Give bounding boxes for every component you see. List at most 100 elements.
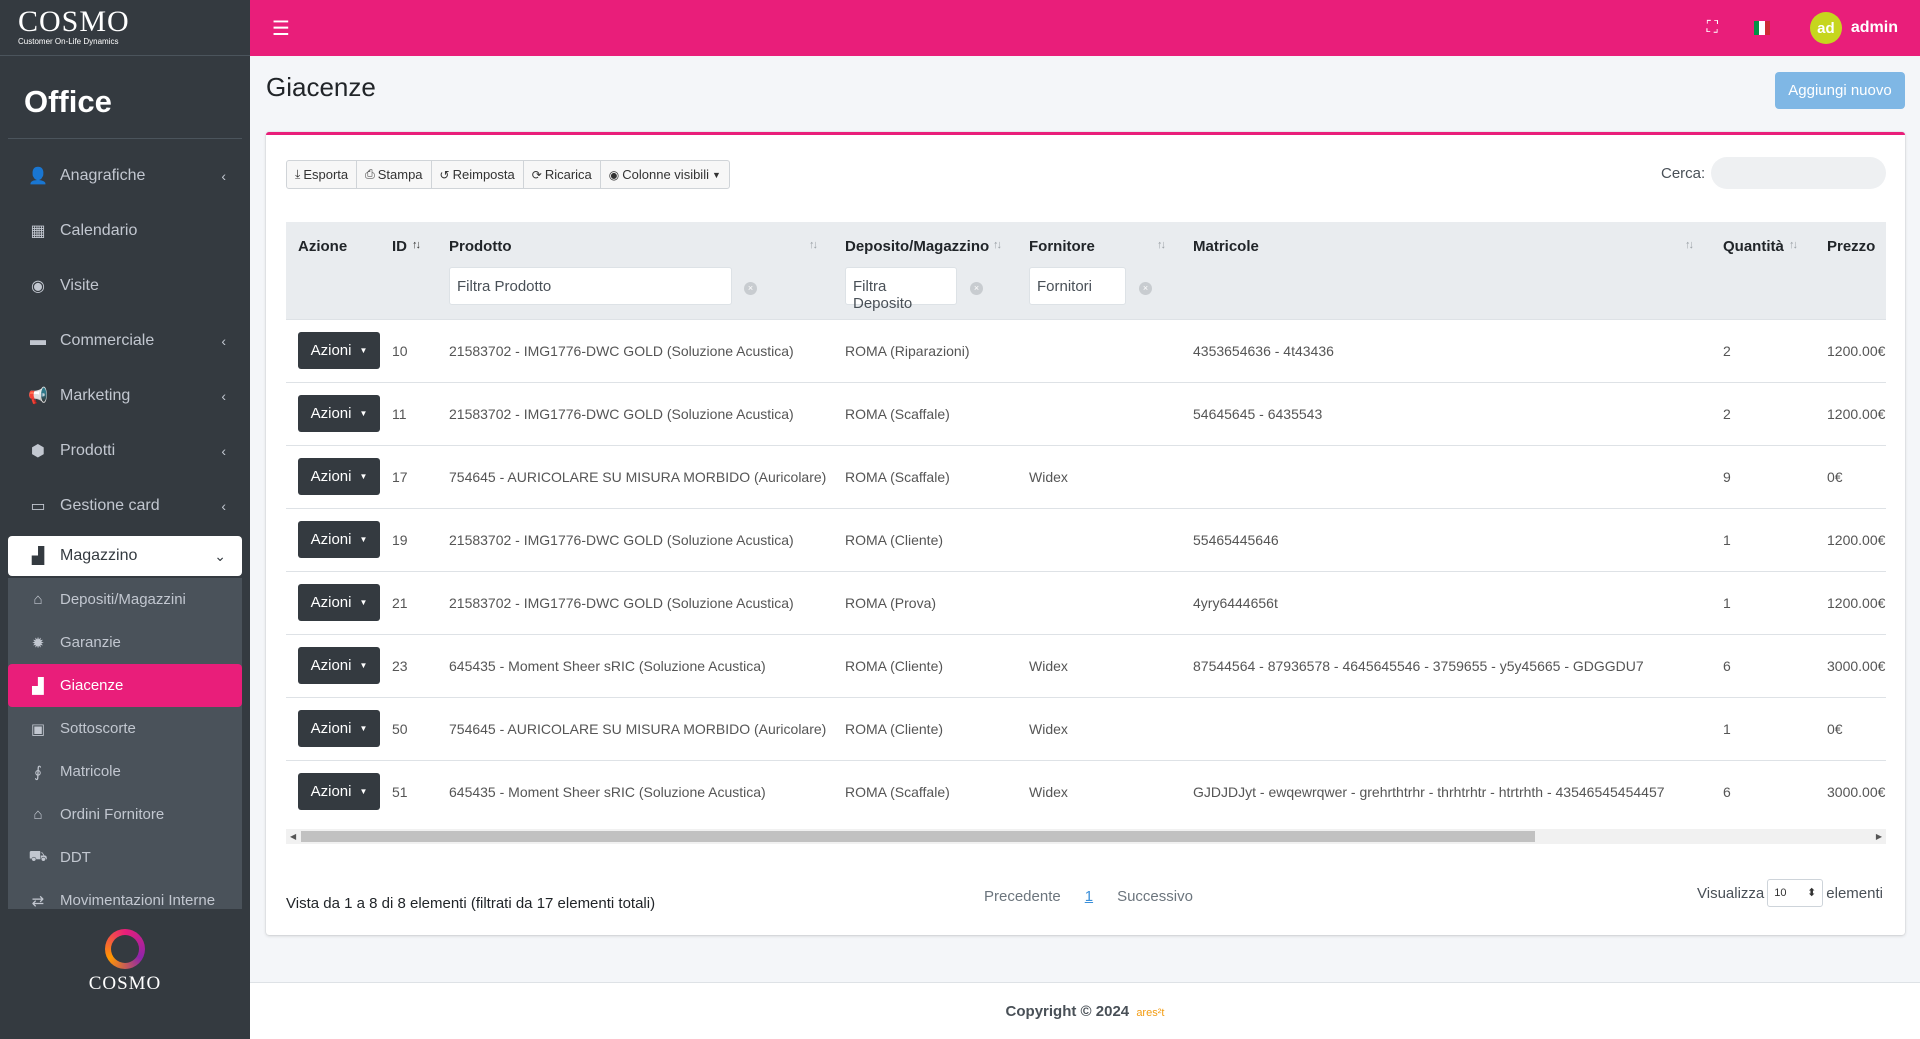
header-fornitore[interactable]: Fornitore ↑↓ Fornitori × bbox=[1029, 222, 1193, 319]
sort-icon[interactable]: ↑↓ bbox=[1789, 239, 1798, 251]
avatar[interactable]: ad bbox=[1809, 12, 1842, 44]
azioni-dropdown-button[interactable]: Azioni ▼ bbox=[298, 647, 380, 684]
cell-azione: Azioni ▼ bbox=[286, 318, 392, 382]
footer-brand[interactable]: ares²t bbox=[1136, 1007, 1164, 1019]
cell-deposito: ROMA (Cliente) bbox=[845, 507, 1029, 571]
cell-id: 19 bbox=[392, 507, 449, 571]
azioni-label: Azioni bbox=[310, 405, 352, 422]
truck-icon: ⛟ bbox=[28, 848, 48, 865]
azioni-dropdown-button[interactable]: Azioni ▼ bbox=[298, 521, 380, 558]
toolbar-button-label: Colonne visibili bbox=[622, 167, 709, 182]
sidebar-subitem-label: Garanzie bbox=[60, 634, 121, 651]
sidebar-item-prodotti[interactable]: ⬢ Prodotti ‹ bbox=[8, 426, 242, 476]
azioni-label: Azioni bbox=[310, 531, 352, 548]
sidebar-subitem-sottoscorte[interactable]: ▣ Sottoscorte bbox=[8, 707, 242, 750]
add-new-button[interactable]: Aggiungi nuovo bbox=[1775, 72, 1905, 109]
stampa-button[interactable]: ⎙ Stampa bbox=[357, 161, 432, 188]
toolbar-button-label: Ricarica bbox=[544, 167, 592, 182]
sidebar-item-label: Calendario bbox=[60, 222, 138, 239]
colonne-visibili-button[interactable]: ◉ Colonne visibili ▼ bbox=[601, 161, 729, 188]
sidebar-subitem-matricole[interactable]: ∮ Matricole bbox=[8, 750, 242, 793]
italian-flag-icon[interactable] bbox=[1753, 21, 1770, 35]
table-info: Vista da 1 a 8 di 8 elementi (filtrati d… bbox=[286, 895, 656, 912]
prev-page-button[interactable]: Precedente bbox=[984, 888, 1061, 905]
clear-filter-icon[interactable]: × bbox=[970, 282, 983, 295]
filter-deposito-input[interactable]: Filtra Deposito bbox=[845, 267, 957, 312]
data-card: ⤓ Esporta ⎙ Stampa ↺ Reimposta ⟳ Ricaric… bbox=[266, 132, 1905, 935]
cell-quantita: 1 bbox=[1723, 507, 1827, 571]
azioni-dropdown-button[interactable]: Azioni ▼ bbox=[298, 584, 380, 621]
cell-deposito: ROMA (Prova) bbox=[845, 570, 1029, 634]
chevron-left-icon: ‹ bbox=[221, 333, 226, 349]
sidebar-subitem-giacenze[interactable]: ▟ Giacenze bbox=[8, 664, 242, 707]
sidebar-item-commerciale[interactable]: ▬ Commerciale ‹ bbox=[8, 316, 242, 366]
cell-fornitore bbox=[1029, 381, 1193, 445]
toolbar-button-label: Reimposta bbox=[452, 167, 515, 182]
header-id[interactable]: ID ↑↓ bbox=[392, 222, 449, 319]
esporta-button[interactable]: ⤓ Esporta bbox=[287, 161, 358, 188]
sidebar-subitem-ordini-fornitore[interactable]: ⌂ Ordini Fornitore bbox=[8, 793, 242, 836]
header-prezzo[interactable]: Prezzo bbox=[1827, 222, 1886, 319]
cell-quantita: 6 bbox=[1723, 759, 1827, 823]
clear-filter-icon[interactable]: × bbox=[744, 282, 757, 295]
sidebar-subitem-garanzie[interactable]: ✹ Garanzie bbox=[8, 621, 242, 664]
sidebar-item-gestione-card[interactable]: ▭ Gestione card ‹ bbox=[8, 481, 242, 531]
header-quantita[interactable]: Quantità ↑↓ bbox=[1723, 222, 1827, 319]
reimposta-button[interactable]: ↺ Reimposta bbox=[432, 161, 524, 188]
sort-icon[interactable]: ↑↓ bbox=[412, 239, 421, 251]
sidebar-item-marketing[interactable]: 📢 Marketing ‹ bbox=[8, 371, 242, 421]
page-1-link[interactable]: 1 bbox=[1085, 888, 1093, 905]
download-icon: ⤓ bbox=[295, 167, 301, 181]
page-size-select[interactable]: 10 bbox=[1767, 879, 1824, 907]
cell-id: 11 bbox=[392, 381, 449, 445]
boxes-icon: ▟ bbox=[32, 677, 44, 695]
sort-icon[interactable]: ↑↓ bbox=[1685, 239, 1694, 251]
horizontal-scrollbar[interactable]: ◀ ▶ bbox=[286, 829, 1886, 844]
azioni-dropdown-button[interactable]: Azioni ▼ bbox=[298, 710, 380, 747]
sidebar-item-visite[interactable]: ◉ Visite bbox=[8, 261, 242, 311]
sort-icon[interactable]: ↑↓ bbox=[1157, 239, 1166, 251]
cell-azione: Azioni ▼ bbox=[286, 633, 392, 697]
next-page-button[interactable]: Successivo bbox=[1117, 888, 1193, 905]
refresh-icon: ⟳ bbox=[531, 167, 542, 182]
sidebar-item-label: Gestione card bbox=[60, 497, 160, 514]
fullscreen-icon[interactable]: ⛶ bbox=[1707, 19, 1718, 37]
copyright: Copyright © 2024 bbox=[1005, 1003, 1130, 1020]
sort-icon[interactable]: ↑↓ bbox=[809, 239, 818, 251]
sidebar-item-anagrafiche[interactable]: 👤 Anagrafiche ‹ bbox=[8, 151, 242, 201]
scroll-left-icon[interactable]: ◀ bbox=[290, 829, 296, 844]
azioni-dropdown-button[interactable]: Azioni ▼ bbox=[298, 395, 380, 432]
filter-fornitore-input[interactable]: Fornitori bbox=[1029, 267, 1126, 305]
caret-down-icon: ▼ bbox=[359, 472, 368, 481]
azioni-dropdown-button[interactable]: Azioni ▼ bbox=[298, 773, 380, 811]
page-title: Giacenze bbox=[266, 72, 376, 102]
azioni-dropdown-button[interactable]: Azioni ▼ bbox=[298, 458, 380, 495]
box-icon: ⬢ bbox=[31, 443, 45, 460]
header-matricole[interactable]: Matricole ↑↓ bbox=[1193, 222, 1723, 319]
cell-prezzo: 3000.00€ bbox=[1827, 633, 1886, 697]
sidebar-item-magazzino[interactable]: ▟ Magazzino ⌄ bbox=[8, 536, 242, 576]
search-input[interactable] bbox=[1711, 157, 1886, 189]
sidebar-item-calendario[interactable]: ▦ Calendario bbox=[8, 206, 242, 256]
sidebar-subitem-ddt[interactable]: ⛟ DDT bbox=[8, 836, 242, 879]
clear-filter-icon[interactable]: × bbox=[1139, 282, 1152, 295]
cell-matricole: 4353654636 - 4t43436 bbox=[1193, 318, 1723, 382]
header-deposito[interactable]: Deposito/Magazzino ↑↓ Filtra Deposito × bbox=[845, 222, 1029, 319]
caret-down-icon: ▼ bbox=[359, 787, 368, 797]
scrollbar-thumb[interactable] bbox=[301, 831, 1535, 842]
ricarica-button[interactable]: ⟳ Ricarica bbox=[524, 161, 601, 188]
menu-toggle-icon[interactable]: ☰ bbox=[272, 16, 290, 41]
header-prodotto[interactable]: Prodotto ↑↓ Filtra Prodotto × bbox=[449, 222, 845, 319]
cell-prezzo: 1200.00€ bbox=[1827, 507, 1886, 571]
toolbar-button-label: Esporta bbox=[303, 167, 349, 182]
brand[interactable]: COSMO Customer On-Life Dynamics bbox=[0, 0, 250, 56]
scroll-right-icon[interactable]: ▶ bbox=[1876, 829, 1882, 844]
sort-icon[interactable]: ↑↓ bbox=[993, 239, 1002, 251]
sidebar-subitem-depositi-magazzini[interactable]: ⌂ Depositi/Magazzini bbox=[8, 578, 242, 621]
azioni-label: Azioni bbox=[310, 783, 352, 801]
cell-matricole: 55465445646 bbox=[1193, 507, 1723, 571]
username[interactable]: admin bbox=[1851, 19, 1898, 37]
cell-azione: Azioni ▼ bbox=[286, 696, 392, 760]
filter-prodotto-input[interactable]: Filtra Prodotto bbox=[449, 267, 732, 305]
azioni-dropdown-button[interactable]: Azioni ▼ bbox=[298, 332, 380, 369]
